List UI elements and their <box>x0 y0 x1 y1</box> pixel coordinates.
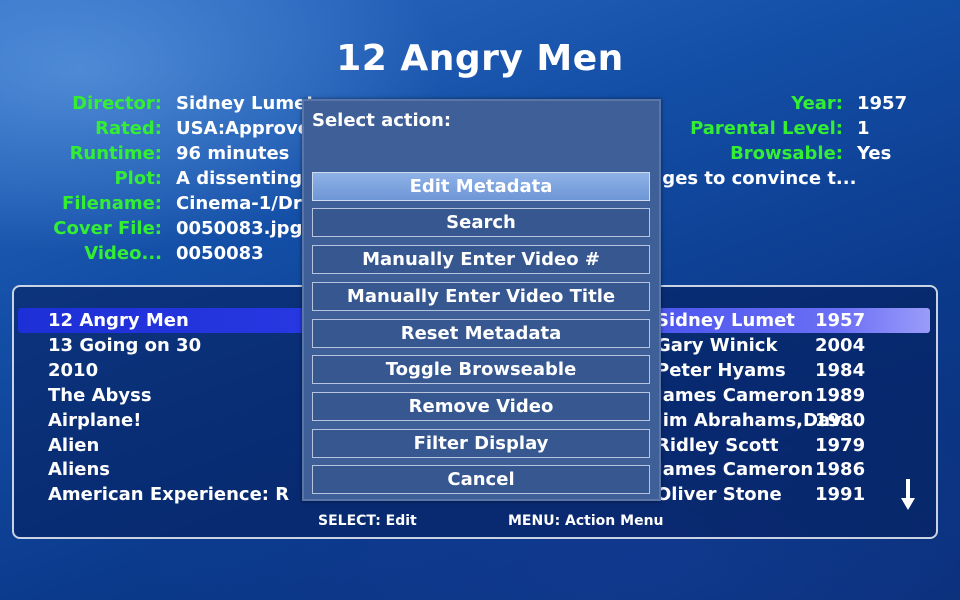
video-year: 1986 <box>815 459 866 480</box>
plot-label: Plot: <box>114 168 162 189</box>
video-year: 1979 <box>815 435 866 456</box>
cover-file-value: 0050083.jpg <box>176 218 303 239</box>
action-dialog: Select action: Edit Metadata Search Manu… <box>302 99 661 501</box>
video-director: Sidney Lumet <box>656 310 795 331</box>
dialog-title: Select action: <box>312 110 452 131</box>
parental-level-value: 1 <box>857 118 870 139</box>
video-title: Airplane! <box>48 410 142 431</box>
video-director: Ridley Scott <box>656 435 779 456</box>
filter-display-button[interactable]: Filter Display <box>312 429 650 458</box>
video-title: The Abyss <box>48 385 152 406</box>
video-title: 2010 <box>48 360 99 381</box>
browsable-value: Yes <box>857 143 892 164</box>
select-hint: SELECT: Edit <box>318 513 417 529</box>
video-title: Alien <box>48 435 100 456</box>
video-year: 1984 <box>815 360 866 381</box>
video-title: American Experience: R <box>48 484 290 505</box>
video-title: Aliens <box>48 459 111 480</box>
cover-file-label: Cover File: <box>53 218 162 239</box>
video-director: Peter Hyams <box>656 360 786 381</box>
video-year: 1991 <box>815 484 866 505</box>
video-director: Oliver Stone <box>656 484 782 505</box>
video-director: James Cameron <box>656 459 814 480</box>
filename-value: Cinema-1/Dr <box>176 193 302 214</box>
year-value: 1957 <box>857 93 908 114</box>
video-year: 1989 <box>815 385 866 406</box>
video-id-label: Video... <box>84 243 162 264</box>
video-director: James Cameron <box>656 385 814 406</box>
video-title: 12 Angry Men <box>48 310 189 331</box>
toggle-browseable-button[interactable]: Toggle Browseable <box>312 355 650 384</box>
page-title: 12 Angry Men <box>336 38 624 79</box>
search-button[interactable]: Search <box>312 208 650 237</box>
manual-video-number-button[interactable]: Manually Enter Video # <box>312 245 650 274</box>
video-year: 1957 <box>815 310 866 331</box>
down-arrow-icon[interactable] <box>898 478 918 512</box>
manual-video-title-button[interactable]: Manually Enter Video Title <box>312 282 650 311</box>
reset-metadata-button[interactable]: Reset Metadata <box>312 319 650 348</box>
menu-hint: MENU: Action Menu <box>508 513 664 529</box>
video-year: 1980 <box>815 410 866 431</box>
video-year: 2004 <box>815 335 866 356</box>
cancel-button[interactable]: Cancel <box>312 465 650 494</box>
video-title: 13 Going on 30 <box>48 335 202 356</box>
remove-video-button[interactable]: Remove Video <box>312 392 650 421</box>
video-director: Gary Winick <box>656 335 778 356</box>
filename-label: Filename: <box>62 193 162 214</box>
video-id-value: 0050083 <box>176 243 264 264</box>
edit-metadata-button[interactable]: Edit Metadata <box>312 172 650 201</box>
